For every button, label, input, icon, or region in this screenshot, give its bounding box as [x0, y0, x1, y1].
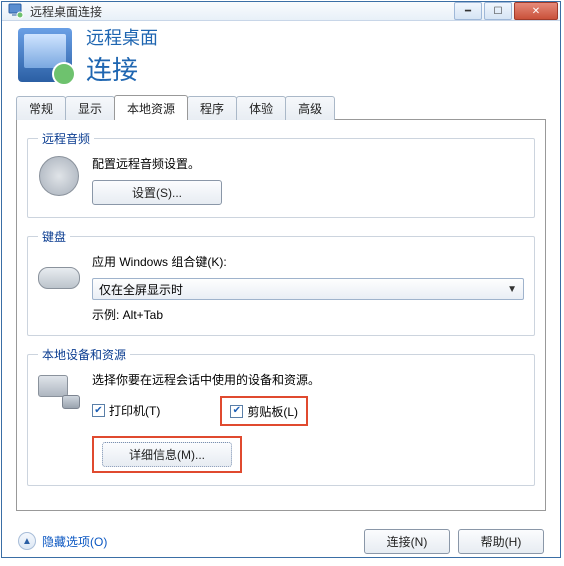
connect-button[interactable]: 连接(N) — [364, 529, 450, 554]
keyboard-desc: 应用 Windows 组合键(K): — [92, 253, 524, 270]
close-button[interactable]: ✕ — [514, 2, 558, 20]
chevron-up-icon[interactable]: ▲ — [18, 532, 36, 550]
header-text: 远程桌面 连接 — [86, 24, 158, 87]
legend-local-devices: 本地设备和资源 — [38, 346, 130, 363]
tab-display[interactable]: 显示 — [65, 96, 115, 120]
keyboard-select-value: 仅在全屏显示时 — [99, 281, 183, 298]
check-icon: ✔ — [92, 404, 105, 417]
clipboard-checkbox[interactable]: ✔ 剪贴板(L) — [230, 403, 298, 420]
audio-desc: 配置远程音频设置。 — [92, 155, 524, 172]
tab-local-resources[interactable]: 本地资源 — [114, 95, 188, 120]
legend-remote-audio: 远程音频 — [38, 130, 94, 147]
clipboard-highlight: ✔ 剪贴板(L) — [220, 396, 308, 426]
tab-general[interactable]: 常规 — [16, 96, 66, 120]
rdc-large-icon — [18, 28, 72, 82]
clipboard-label: 剪贴板(L) — [247, 403, 298, 420]
details-button[interactable]: 详细信息(M)... — [102, 442, 232, 467]
group-local-devices: 本地设备和资源 选择你要在远程会话中使用的设备和资源。 ✔ 打印机(T) — [27, 346, 535, 486]
devices-desc: 选择你要在远程会话中使用的设备和资源。 — [92, 371, 524, 388]
titlebar[interactable]: 远程桌面连接 ━ ☐ ✕ — [2, 2, 560, 21]
minimize-button[interactable]: ━ — [454, 2, 482, 20]
tab-panel-local-resources: 远程音频 配置远程音频设置。 设置(S)... 键盘 应用 Windows 组合… — [16, 119, 546, 511]
tab-experience[interactable]: 体验 — [236, 96, 286, 120]
dialog-footer: ▲ 隐藏选项(O) 连接(N) 帮助(H) — [2, 521, 560, 566]
app-icon — [8, 3, 24, 19]
header-line1: 远程桌面 — [86, 24, 158, 50]
details-highlight: 详细信息(M)... — [92, 436, 242, 473]
audio-settings-button[interactable]: 设置(S)... — [92, 180, 222, 205]
help-button[interactable]: 帮助(H) — [458, 529, 544, 554]
speaker-icon — [38, 155, 80, 197]
tab-strip: 常规 显示 本地资源 程序 体验 高级 — [2, 95, 560, 119]
keyboard-combo-select[interactable]: 仅在全屏显示时 ▼ — [92, 278, 524, 300]
tab-programs[interactable]: 程序 — [187, 96, 237, 120]
group-remote-audio: 远程音频 配置远程音频设置。 设置(S)... — [27, 130, 535, 218]
group-keyboard: 键盘 应用 Windows 组合键(K): 仅在全屏显示时 ▼ 示例: Alt+… — [27, 228, 535, 336]
tab-advanced[interactable]: 高级 — [285, 96, 335, 120]
keyboard-icon — [38, 253, 80, 295]
devices-icon — [38, 371, 80, 413]
dialog-header: 远程桌面 连接 — [2, 21, 560, 89]
chevron-down-icon: ▼ — [507, 284, 517, 295]
rdc-window: 远程桌面连接 ━ ☐ ✕ 远程桌面 连接 常规 显示 本地资源 程序 体验 高级… — [1, 1, 561, 558]
keyboard-example: 示例: Alt+Tab — [92, 306, 524, 323]
window-title: 远程桌面连接 — [30, 3, 452, 20]
printer-label: 打印机(T) — [109, 402, 160, 419]
printer-checkbox[interactable]: ✔ 打印机(T) — [92, 396, 160, 426]
check-icon: ✔ — [230, 405, 243, 418]
hide-options-link[interactable]: 隐藏选项(O) — [42, 533, 107, 550]
legend-keyboard: 键盘 — [38, 228, 70, 245]
maximize-button[interactable]: ☐ — [484, 2, 512, 20]
header-line2: 连接 — [86, 50, 158, 87]
